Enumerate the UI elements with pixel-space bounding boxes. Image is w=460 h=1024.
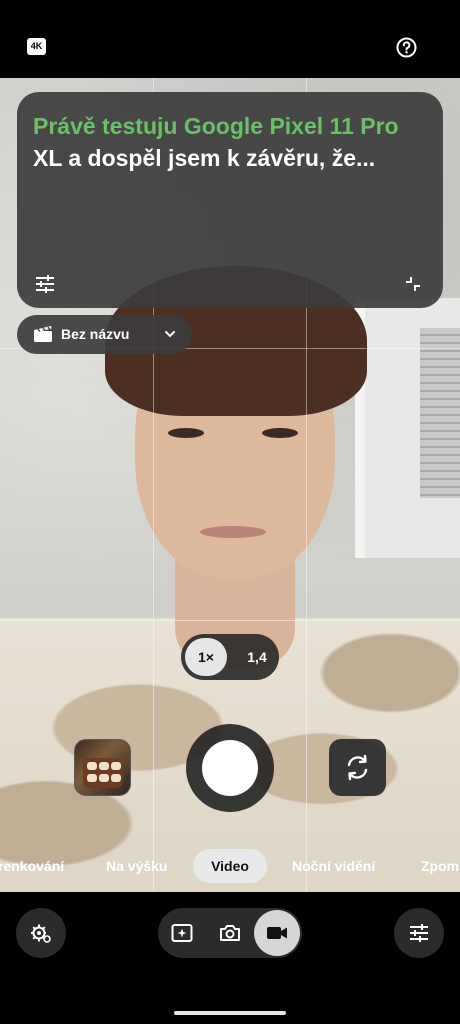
home-indicator[interactable]	[174, 1011, 286, 1015]
thumbnail-sushi	[99, 774, 109, 782]
mode-portrait[interactable]: Na výšku	[106, 858, 167, 874]
live-caption-card[interactable]: Právě testuju Google Pixel 11 Pro XL a d…	[17, 92, 443, 308]
zoom-option-1-4x[interactable]: 1,4	[239, 638, 275, 676]
mode-video-label: Video	[211, 858, 249, 874]
mode-slow-motion[interactable]: Zpom	[421, 858, 459, 874]
settings-gear-icon	[31, 924, 51, 943]
zoom-option-1x[interactable]: 1×	[185, 638, 227, 676]
zoom-selector: 1× 1,4	[181, 634, 279, 680]
caption-text: Právě testuju Google Pixel 11 Pro XL a d…	[33, 110, 429, 174]
subject-eye-left	[168, 428, 204, 438]
thumbnail-sushi	[111, 762, 121, 770]
thumbnail-sushi	[111, 774, 121, 782]
resolution-badge-4k[interactable]: 4K	[27, 38, 46, 55]
caption-text-remaining: XL a dospěl jsem k závěru, že...	[33, 145, 376, 171]
subject-mouth	[200, 526, 266, 538]
thumbnail-sushi	[87, 762, 97, 770]
switch-camera-icon	[347, 754, 368, 781]
mode-night-sight[interactable]: Noční vidění	[292, 858, 375, 874]
subject-eye-right	[262, 428, 298, 438]
video-title-chip[interactable]: Bez názvu	[17, 315, 192, 354]
sliders-icon[interactable]	[35, 274, 55, 294]
thumbnail-sushi	[99, 762, 109, 770]
sparkle-frame-icon	[171, 924, 193, 942]
help-icon[interactable]	[396, 37, 417, 58]
video-mode-button[interactable]	[254, 910, 300, 956]
caption-text-highlighted: Právě testuju Google Pixel 11 Pro	[33, 113, 399, 139]
adjustments-button[interactable]	[394, 908, 444, 958]
photo-mode-button[interactable]	[206, 908, 254, 958]
motion-photo-button[interactable]	[158, 908, 206, 958]
thumbnail-sushi	[87, 774, 97, 782]
camera-icon	[220, 925, 240, 941]
camera-settings-button[interactable]	[16, 908, 66, 958]
chevron-down-icon	[163, 327, 177, 341]
gallery-thumbnail[interactable]	[74, 739, 131, 796]
video-title-label: Bez názvu	[61, 326, 130, 342]
record-button[interactable]	[202, 740, 258, 796]
collapse-icon[interactable]	[405, 276, 421, 292]
window-blind	[420, 328, 460, 498]
sliders-icon	[410, 924, 428, 942]
grid-line-horizontal-2	[0, 620, 460, 621]
switch-camera-button[interactable]	[329, 739, 386, 796]
top-bar: 4K	[0, 0, 460, 78]
clapperboard-icon	[33, 325, 53, 343]
video-camera-icon	[267, 927, 287, 939]
mode-panorama[interactable]: renkování	[0, 858, 64, 874]
mode-video[interactable]: Video	[193, 849, 267, 883]
